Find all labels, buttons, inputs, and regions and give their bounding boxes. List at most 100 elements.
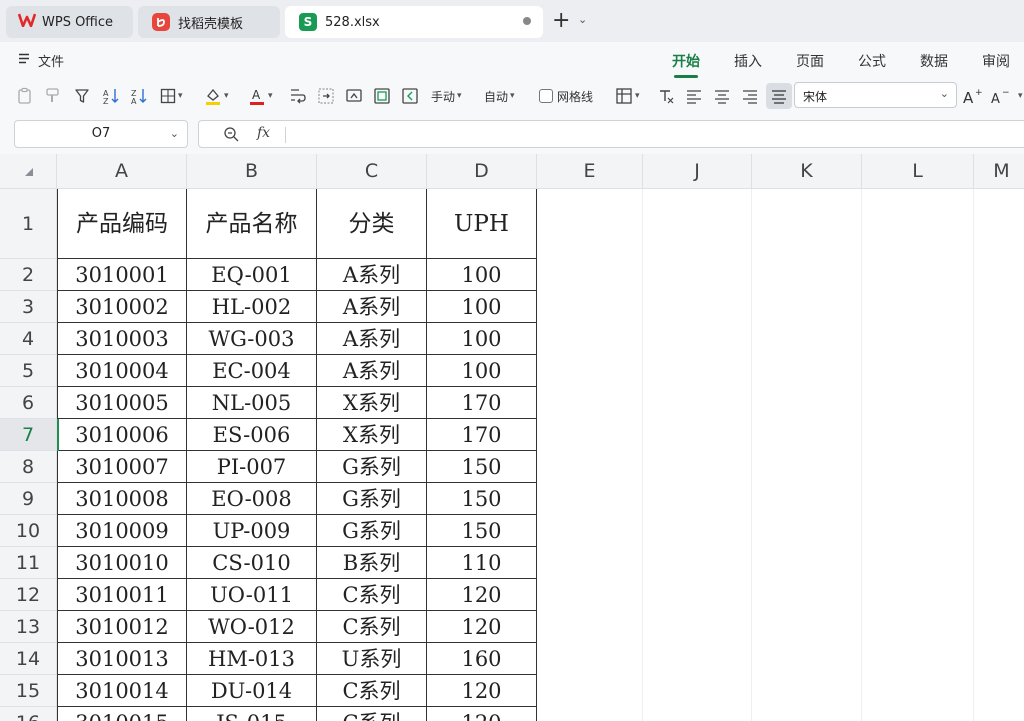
table-cell[interactable]: 3010012 [57,611,187,643]
tab-wps-office[interactable]: WPS Office [6,6,133,38]
table-cell[interactable]: 3010010 [57,547,187,579]
row-header-12[interactable]: 12 [0,579,57,611]
table-header-cell[interactable]: 产品名称 [187,189,317,259]
name-box[interactable]: O7 ⌄ [14,120,188,148]
table-cell[interactable]: 3010014 [57,675,187,707]
decrease-font-size-icon[interactable]: A − [990,86,1010,106]
tab-review[interactable]: 审阅 [982,51,1010,71]
cell-format-icon[interactable] [373,86,391,106]
table-cell[interactable]: ES-006 [187,419,317,451]
table-cell[interactable]: C系列 [317,611,427,643]
new-tab-plus-icon[interactable]: + [552,10,570,32]
table-cell[interactable]: 120 [427,675,537,707]
auto-calc-dropdown[interactable]: 自动 ▾ [484,86,515,106]
column-header-j[interactable]: J [643,154,752,189]
table-cell[interactable]: C系列 [317,579,427,611]
table-cell[interactable]: A系列 [317,259,427,291]
column-header-d[interactable]: D [427,154,537,189]
table-cell[interactable]: 3010013 [57,643,187,675]
chevron-down-icon[interactable]: ⌄ [578,13,587,26]
table-cell[interactable]: EO-008 [187,483,317,515]
row-header-7[interactable]: 7 [0,419,57,451]
table-cell[interactable]: WO-012 [187,611,317,643]
row-header-4[interactable]: 4 [0,323,57,355]
chevron-down-icon[interactable]: ▾ [1016,86,1023,106]
column-header-b[interactable]: B [187,154,317,189]
column-header-c[interactable]: C [317,154,427,189]
table-cell[interactable]: 100 [427,291,537,323]
clear-format-icon[interactable] [657,86,675,106]
row-header-16[interactable]: 16 [0,707,57,721]
select-all-corner[interactable] [0,154,57,189]
gridlines-toggle[interactable]: 网格线 [539,86,593,106]
table-cell[interactable]: A系列 [317,355,427,387]
row-header-11[interactable]: 11 [0,547,57,579]
table-cell[interactable]: G系列 [317,515,427,547]
column-header-k[interactable]: K [752,154,862,189]
table-cell[interactable]: UO-011 [187,579,317,611]
column-header-e[interactable]: E [537,154,643,189]
table-cell[interactable]: 170 [427,387,537,419]
tab-528-xlsx[interactable]: S 528.xlsx [285,6,543,38]
table-cell[interactable]: 120 [427,611,537,643]
table-cell[interactable]: 100 [427,355,537,387]
column-header-m[interactable]: M [974,154,1024,189]
table-cell[interactable]: A系列 [317,323,427,355]
table-header-cell[interactable]: 产品编码 [57,189,187,259]
freeze-panes-button[interactable]: ▾ [615,86,640,106]
file-menu-button[interactable]: 文件 [18,51,64,70]
font-name-select[interactable]: 宋体 ⌄ [794,82,957,108]
table-cell[interactable]: NL-005 [187,387,317,419]
table-cell[interactable]: 3010005 [57,387,187,419]
table-cell[interactable]: 100 [427,323,537,355]
sort-ascending-icon[interactable]: AZ [102,86,120,106]
function-icon[interactable]: fx [257,125,270,141]
table-cell[interactable]: 100 [427,259,537,291]
align-left-icon[interactable] [686,86,702,106]
zoom-icon[interactable] [223,126,239,146]
increase-font-size-icon[interactable]: A + [962,86,982,106]
table-cell[interactable]: B系列 [317,547,427,579]
table-cell[interactable]: 3010004 [57,355,187,387]
table-cell[interactable]: JS-015 [187,707,317,721]
row-header-9[interactable]: 9 [0,483,57,515]
table-cell[interactable]: U系列 [317,643,427,675]
table-header-cell[interactable]: UPH [427,189,537,259]
paste-icon[interactable] [16,86,34,106]
table-cell[interactable]: 3010007 [57,451,187,483]
justify-icon[interactable] [766,83,792,109]
wrap-text-icon[interactable] [289,86,307,106]
table-cell[interactable]: 150 [427,483,537,515]
format-painter-icon[interactable] [44,86,62,106]
borders-button[interactable]: ▾ [160,86,183,106]
row-header-13[interactable]: 13 [0,611,57,643]
row-header-15[interactable]: 15 [0,675,57,707]
table-cell[interactable]: DU-014 [187,675,317,707]
tab-home[interactable]: 开始 [672,51,700,78]
merge-cells-icon[interactable] [317,86,335,106]
tab-page[interactable]: 页面 [796,51,824,71]
table-cell[interactable]: WG-003 [187,323,317,355]
table-cell[interactable]: X系列 [317,387,427,419]
table-cell[interactable]: 3010006 [57,419,187,451]
align-tool-icon[interactable] [401,86,419,106]
table-cell[interactable]: 3010001 [57,259,187,291]
column-header-l[interactable]: L [862,154,974,189]
table-cell[interactable]: CS-010 [187,547,317,579]
tab-formula[interactable]: 公式 [858,51,886,71]
align-center-icon[interactable] [714,86,730,106]
manual-calc-dropdown[interactable]: 手动 ▾ [431,86,462,106]
table-cell[interactable]: G系列 [317,451,427,483]
table-cell[interactable]: 150 [427,451,537,483]
font-color-button[interactable]: A ▾ [248,86,273,106]
row-header-2[interactable]: 2 [0,259,57,291]
table-cell[interactable]: PI-007 [187,451,317,483]
fill-color-button[interactable]: ▾ [204,86,229,106]
table-cell[interactable]: HL-002 [187,291,317,323]
table-cell[interactable]: HM-013 [187,643,317,675]
table-cell[interactable]: 3010009 [57,515,187,547]
tab-insert[interactable]: 插入 [734,51,762,71]
table-cell[interactable]: C系列 [317,707,427,721]
formula-input[interactable]: fx [198,120,1024,148]
table-cell[interactable]: EC-004 [187,355,317,387]
